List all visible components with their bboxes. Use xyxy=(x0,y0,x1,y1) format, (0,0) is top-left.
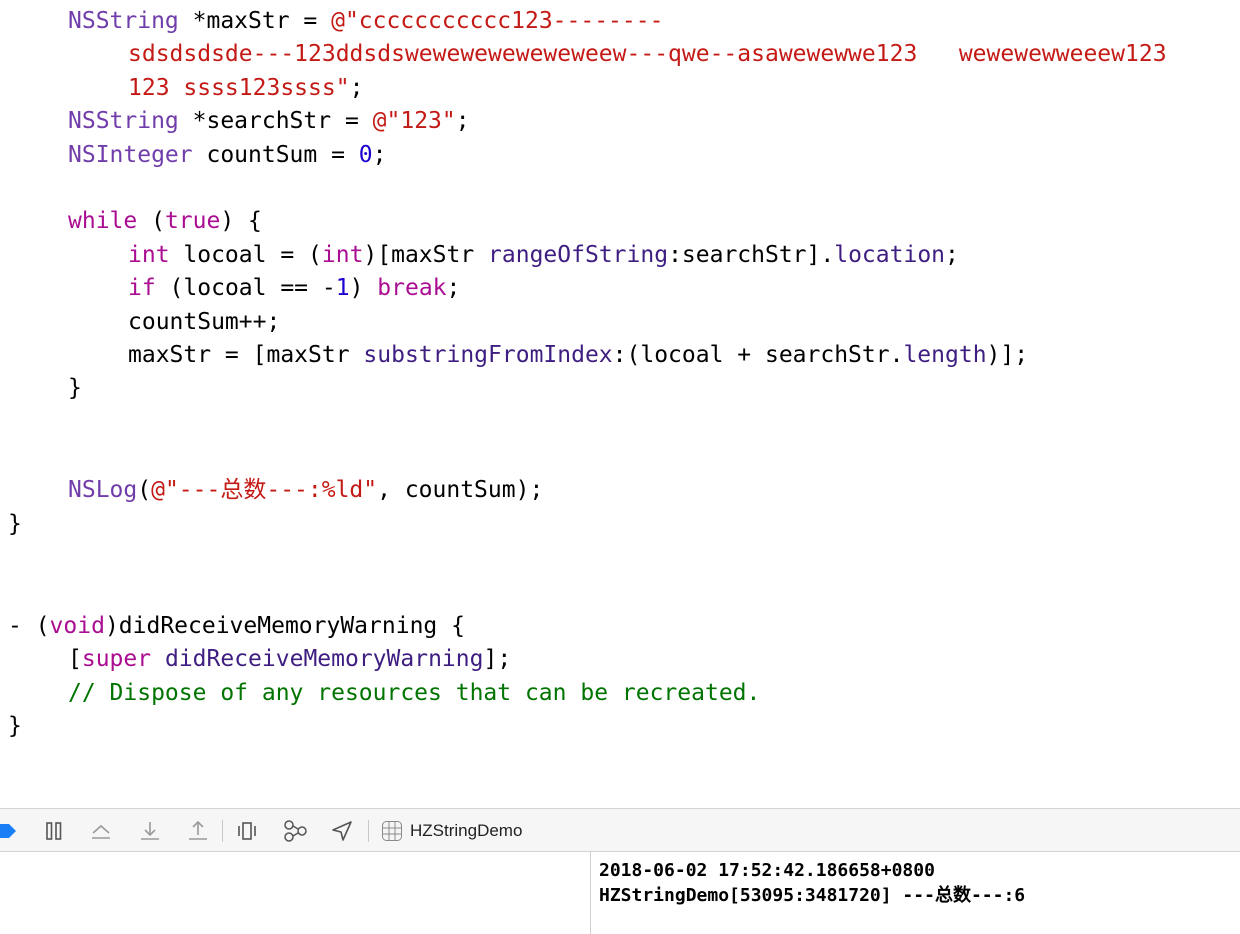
scheme-name-label[interactable]: HZStringDemo xyxy=(410,809,522,853)
string-literal: @"---总数---:%ld" xyxy=(151,477,378,503)
code-token: ]; xyxy=(483,646,512,672)
string-literal: 123 ssss123ssss" xyxy=(128,75,350,101)
code-token: countSum++; xyxy=(128,309,281,335)
type-token: NSInteger xyxy=(68,142,193,168)
debug-bar: HZStringDemo xyxy=(0,808,1240,852)
method-token: rangeOfString xyxy=(488,242,669,268)
code-line-maxstr-cont1: sdsdsdsde---123ddsdsweweweweweweweew---q… xyxy=(128,38,1167,71)
toolbar-divider xyxy=(368,820,369,842)
step-over-icon[interactable] xyxy=(89,819,113,843)
code-token: ; xyxy=(349,75,364,101)
code-line-close-while: } xyxy=(68,372,82,405)
code-line-comment: // Dispose of any resources that can be … xyxy=(68,677,760,710)
comment-token: // Dispose of any resources that can be … xyxy=(68,680,761,706)
code-line-searchstr-decl: NSString *searchStr = @"123"; xyxy=(68,105,470,138)
memory-graph-icon[interactable] xyxy=(282,819,308,843)
simulate-location-icon[interactable] xyxy=(330,819,354,843)
type-token: NSString xyxy=(68,8,179,34)
function-token: NSLog xyxy=(68,477,138,503)
code-token: [ xyxy=(68,646,82,672)
step-into-icon[interactable] xyxy=(138,819,162,843)
keyword-token: true xyxy=(164,208,221,234)
code-token: maxStr = [maxStr xyxy=(128,342,364,368)
code-token: ( xyxy=(137,208,165,234)
breakpoints-toggle-icon[interactable] xyxy=(0,819,18,843)
pause-icon[interactable] xyxy=(42,819,66,843)
console-line: 2018-06-02 17:52:42.186658+0800 xyxy=(599,860,935,881)
app-icon[interactable] xyxy=(380,819,404,843)
type-token: NSString xyxy=(68,108,179,134)
code-token: *maxStr = xyxy=(178,8,332,34)
method-token: substringFromIndex xyxy=(363,342,613,368)
code-token: )]; xyxy=(986,342,1029,368)
code-token: ( xyxy=(137,477,152,503)
code-line-int-locoal: int locoal = (int)[maxStr rangeOfString:… xyxy=(128,239,959,272)
keyword-token: int xyxy=(321,242,364,268)
code-token: } xyxy=(68,375,82,401)
code-line-if-break: if (locoal == -1) break; xyxy=(128,272,460,305)
keyword-token: int xyxy=(128,242,170,268)
code-token: - ( xyxy=(8,613,50,639)
code-token: , countSum); xyxy=(377,477,544,503)
view-debugger-icon[interactable] xyxy=(235,819,259,843)
keyword-token: while xyxy=(68,208,138,234)
string-literal: @"ccccccccccc123-------- xyxy=(331,8,664,34)
step-out-icon[interactable] xyxy=(186,819,210,843)
code-token: ) { xyxy=(220,208,262,234)
code-line-countsum-inc: countSum++; xyxy=(128,306,280,339)
code-token: :searchStr]. xyxy=(668,242,835,268)
code-token: ; xyxy=(446,275,461,301)
code-token: countSum = xyxy=(192,142,359,168)
code-token: ; xyxy=(945,242,959,268)
keyword-token: break xyxy=(377,275,447,301)
code-token: )didReceiveMemoryWarning { xyxy=(104,613,465,639)
code-token: ; xyxy=(455,108,470,134)
string-literal: sdsdsdsde---123ddsdsweweweweweweweew---q… xyxy=(128,41,1167,67)
code-line-while: while (true) { xyxy=(68,205,262,238)
code-line-nslog: NSLog(@"---总数---:%ld", countSum); xyxy=(68,474,543,507)
code-token: } xyxy=(8,511,22,537)
code-token: } xyxy=(8,713,22,739)
console-line: HZStringDemo[53095:3481720] ---总数---:6 xyxy=(599,885,1026,906)
code-line-maxstr-cont2: 123 ssss123ssss"; xyxy=(128,72,363,105)
code-line-memwarn-decl: - (void)didReceiveMemoryWarning { xyxy=(8,610,465,643)
keyword-token: super xyxy=(81,646,152,672)
code-token: :(locoal + searchStr. xyxy=(612,342,904,368)
method-token: location xyxy=(834,242,946,268)
code-token: locoal = ( xyxy=(169,242,322,268)
code-token: ; xyxy=(372,142,387,168)
code-token: )[maxStr xyxy=(363,242,489,268)
code-line-substring: maxStr = [maxStr substringFromIndex:(loc… xyxy=(128,339,1028,372)
code-token: (locoal == - xyxy=(155,275,336,301)
code-line-maxstr-decl: NSString *maxStr = @"ccccccccccc123-----… xyxy=(68,5,663,38)
code-line-countsum-decl: NSInteger countSum = 0; xyxy=(68,139,387,172)
code-line-super-call: [super didReceiveMemoryWarning]; xyxy=(68,643,511,676)
variables-view[interactable] xyxy=(0,852,591,934)
number-literal: 1 xyxy=(335,275,350,301)
method-token: didReceiveMemoryWarning xyxy=(164,646,484,672)
code-line-close-method2: } xyxy=(8,710,22,743)
string-literal: @"123" xyxy=(372,108,456,134)
code-token: ) xyxy=(349,275,378,301)
code-token: *searchStr = xyxy=(178,108,373,134)
method-token: length xyxy=(903,342,987,368)
code-editor[interactable]: NSString *maxStr = @"ccccccccccc123-----… xyxy=(0,0,1240,808)
console-output[interactable]: 2018-06-02 17:52:42.186658+0800 HZString… xyxy=(591,852,1240,934)
keyword-token: if xyxy=(128,275,156,301)
toolbar-divider xyxy=(222,820,223,842)
code-line-close-method: } xyxy=(8,508,22,541)
keyword-token: void xyxy=(49,613,105,639)
number-literal: 0 xyxy=(358,142,373,168)
